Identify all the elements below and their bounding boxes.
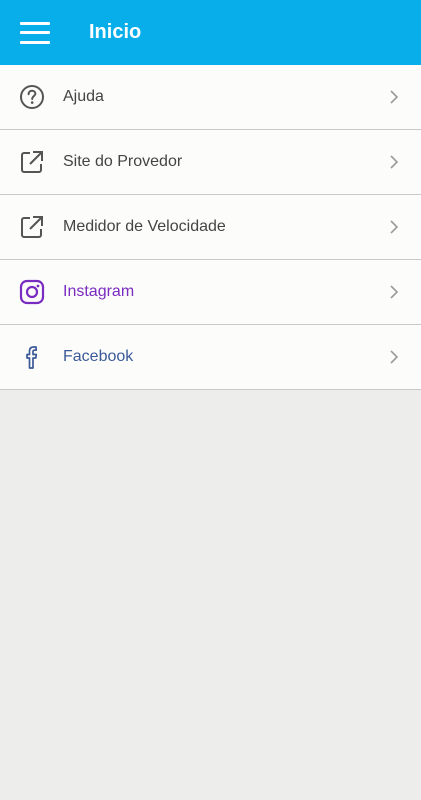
- chevron-right-icon: [390, 220, 399, 234]
- page-title: Inicio: [89, 21, 142, 43]
- menu-item-facebook[interactable]: Facebook: [0, 325, 421, 390]
- hamburger-menu-icon[interactable]: [20, 21, 50, 44]
- instagram-icon: [19, 279, 45, 305]
- chevron-right-icon: [390, 285, 399, 299]
- menu-list: Ajuda Site do Provedor Medidor de Veloci…: [0, 65, 421, 390]
- menu-item-medidor-de-velocidade[interactable]: Medidor de Velocidade: [0, 195, 421, 260]
- menu-item-instagram[interactable]: Instagram: [0, 260, 421, 325]
- menu-item-label: Medidor de Velocidade: [63, 218, 226, 235]
- menu-item-label: Ajuda: [63, 88, 104, 105]
- menu-item-label: Instagram: [63, 283, 135, 300]
- chevron-right-icon: [390, 155, 399, 169]
- external-link-icon: [19, 214, 45, 240]
- external-link-icon: [19, 149, 45, 175]
- facebook-icon: [19, 344, 45, 370]
- menu-item-label: Facebook: [63, 348, 134, 365]
- help-circle-icon: [19, 84, 45, 110]
- app-screen: Inicio Ajuda Site do Provedor Medidor de…: [0, 0, 421, 800]
- chevron-right-icon: [390, 350, 399, 364]
- menu-item-label: Site do Provedor: [63, 153, 183, 170]
- menu-item-site-do-provedor[interactable]: Site do Provedor: [0, 130, 421, 195]
- chevron-right-icon: [390, 90, 399, 104]
- menu-item-ajuda[interactable]: Ajuda: [0, 65, 421, 130]
- top-app-bar: Inicio: [0, 0, 421, 65]
